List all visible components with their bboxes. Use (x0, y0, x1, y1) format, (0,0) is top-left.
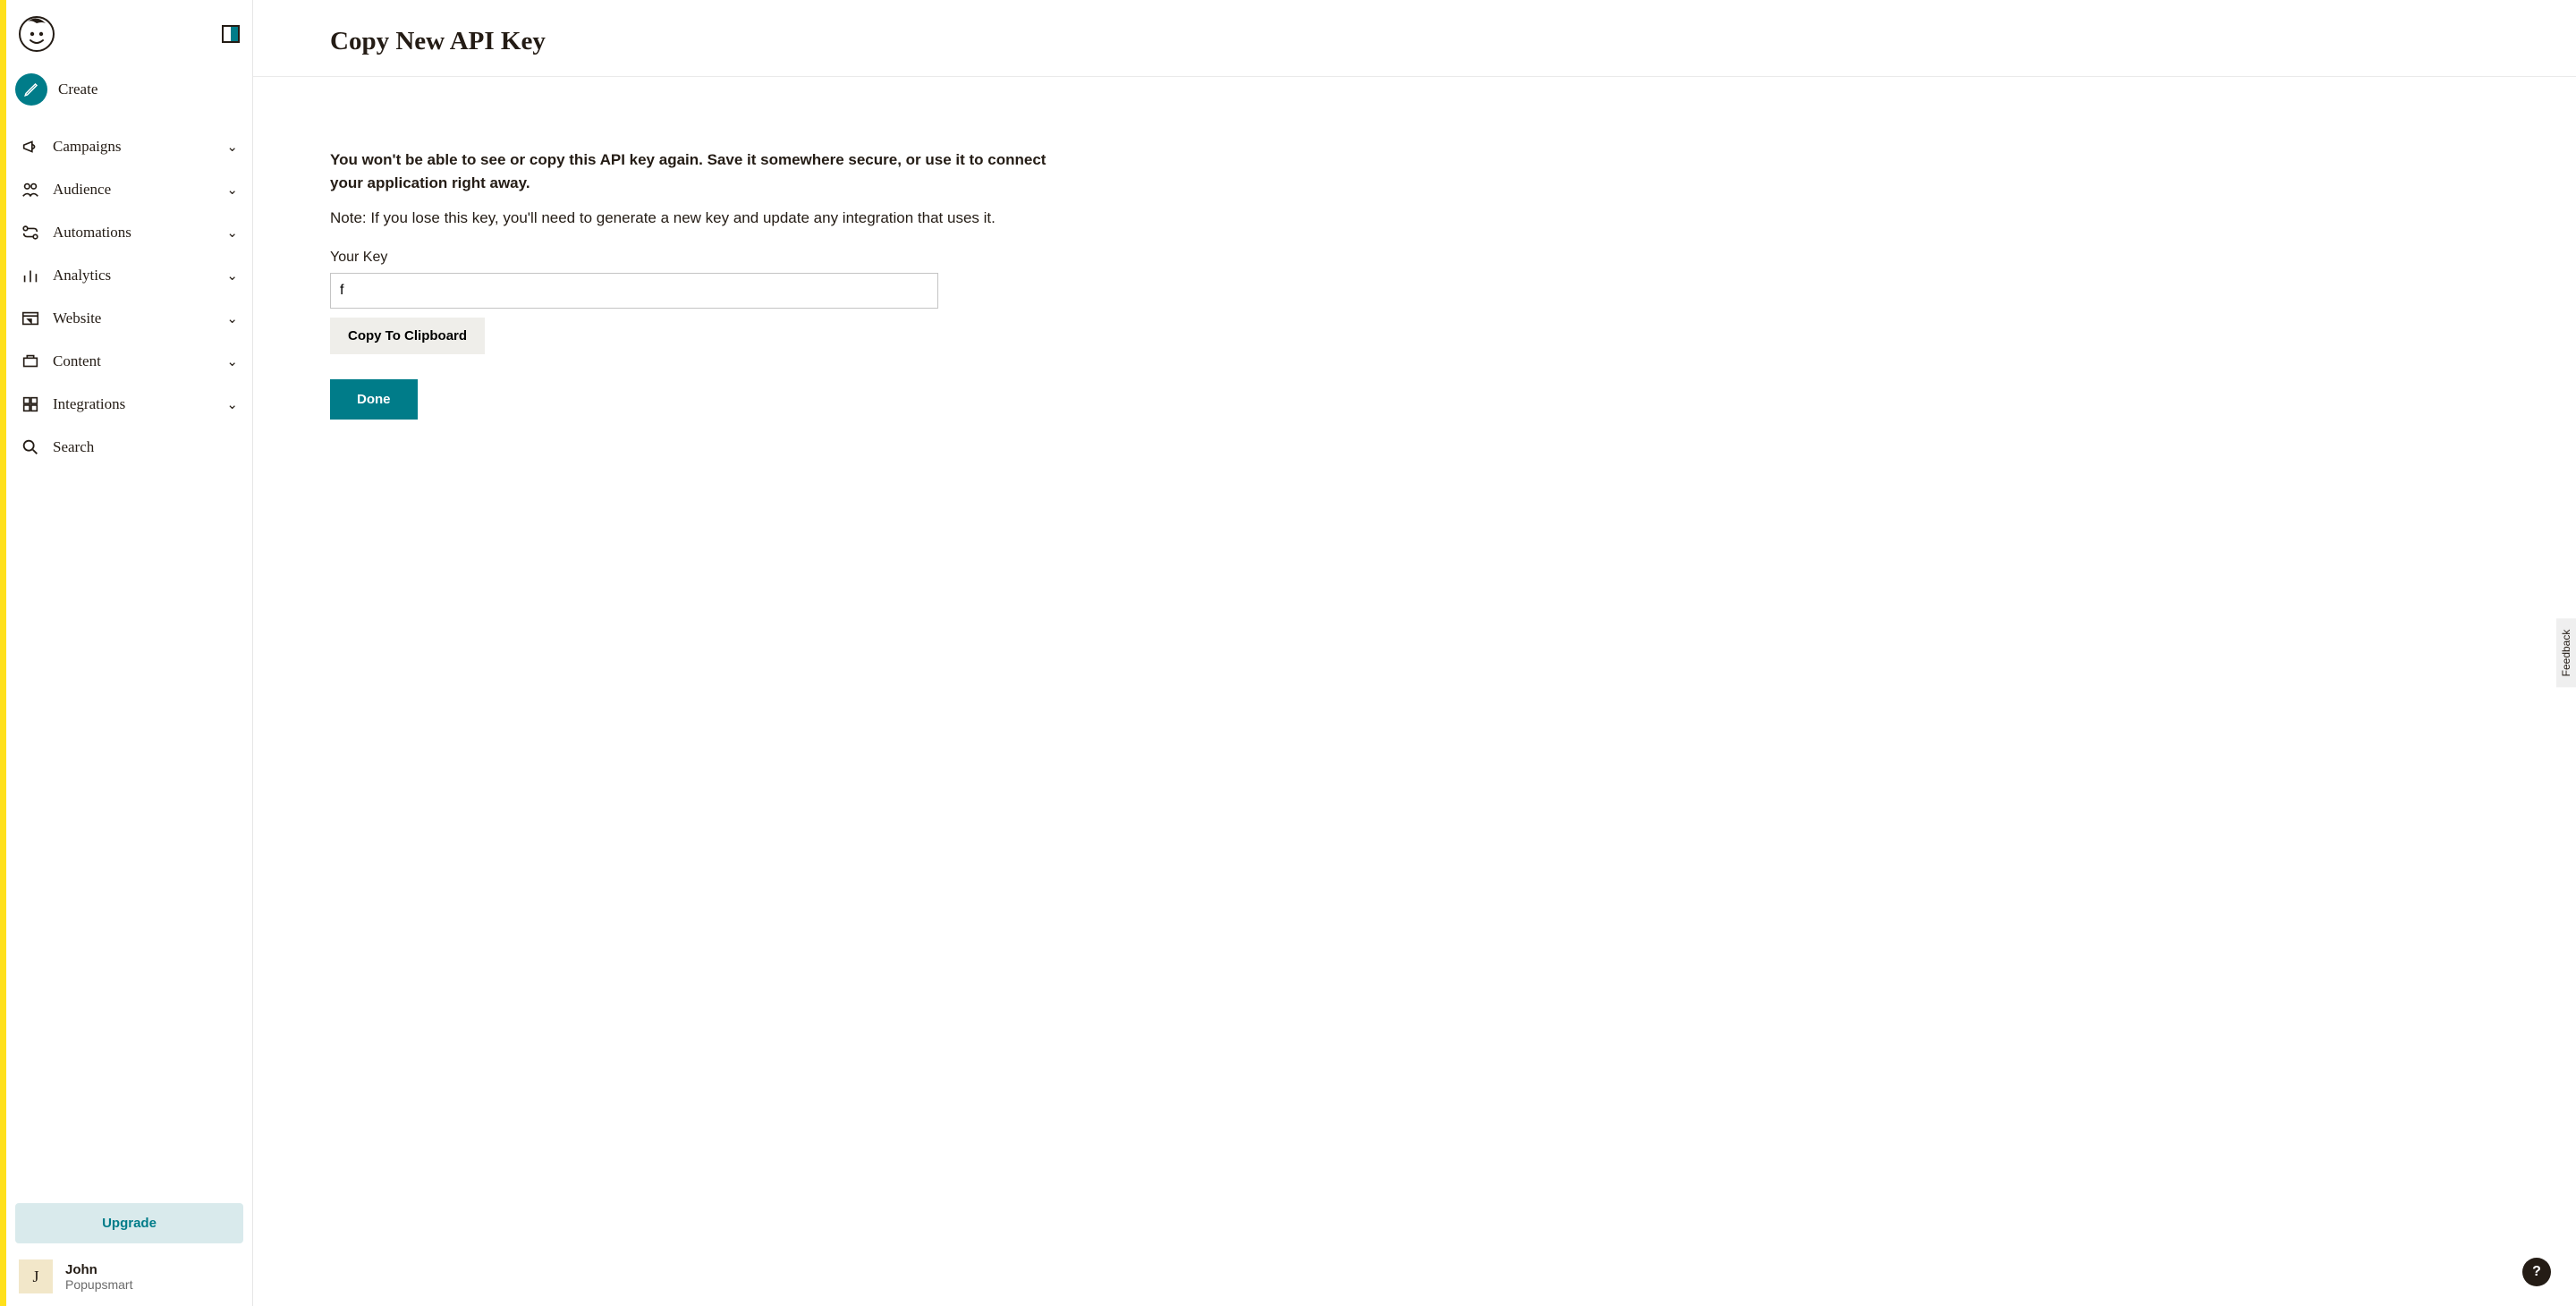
sidebar: Create Campaigns ⌄ Audience ⌄ (6, 0, 253, 1306)
collapse-sidebar-icon[interactable] (222, 25, 240, 43)
copy-to-clipboard-button[interactable]: Copy To Clipboard (330, 318, 485, 354)
sidebar-item-website[interactable]: Website ⌄ (12, 297, 247, 340)
nav-label: Analytics (53, 267, 226, 284)
feedback-tab[interactable]: Feedback (2556, 619, 2576, 688)
api-key-warning: You won't be able to see or copy this AP… (330, 148, 1058, 196)
sidebar-item-analytics[interactable]: Analytics ⌄ (12, 254, 247, 297)
avatar: J (19, 1259, 53, 1293)
mailchimp-logo-icon[interactable] (19, 16, 55, 52)
flow-icon (21, 222, 53, 243)
user-org: Popupsmart (65, 1277, 132, 1292)
people-icon (21, 179, 53, 200)
api-key-input[interactable] (330, 273, 938, 309)
page-title: Copy New API Key (253, 0, 2576, 77)
content-icon (21, 351, 53, 372)
sidebar-item-search[interactable]: Search (12, 426, 247, 469)
sidebar-item-automations[interactable]: Automations ⌄ (12, 211, 247, 254)
chevron-down-icon: ⌄ (226, 353, 238, 370)
nav-label: Content (53, 352, 226, 370)
create-label: Create (58, 81, 97, 98)
nav-label: Automations (53, 224, 226, 242)
create-button[interactable]: Create (6, 64, 252, 122)
user-menu[interactable]: J John Popupsmart (15, 1258, 243, 1297)
chevron-down-icon: ⌄ (226, 396, 238, 413)
pencil-icon (15, 73, 47, 106)
done-button[interactable]: Done (330, 379, 418, 420)
chevron-down-icon: ⌄ (226, 182, 238, 199)
bar-chart-icon (21, 265, 53, 286)
nav-label: Campaigns (53, 138, 226, 156)
sidebar-item-integrations[interactable]: Integrations ⌄ (12, 383, 247, 426)
main: Copy New API Key You won't be able to se… (253, 0, 2576, 1306)
key-field-label: Your Key (330, 250, 1058, 266)
sidebar-item-content[interactable]: Content ⌄ (12, 340, 247, 383)
megaphone-icon (21, 136, 53, 157)
browser-icon (21, 308, 53, 329)
sidebar-item-audience[interactable]: Audience ⌄ (12, 168, 247, 211)
chevron-down-icon: ⌄ (226, 267, 238, 284)
user-name: John (65, 1262, 132, 1277)
api-key-note: Note: If you lose this key, you'll need … (330, 207, 1058, 230)
upgrade-button[interactable]: Upgrade (15, 1203, 243, 1243)
nav-label: Audience (53, 181, 226, 199)
sidebar-item-campaigns[interactable]: Campaigns ⌄ (12, 125, 247, 168)
search-icon (21, 437, 53, 458)
chevron-down-icon: ⌄ (226, 139, 238, 156)
nav-label: Website (53, 310, 226, 327)
accent-bar (0, 0, 6, 1306)
grid-icon (21, 394, 53, 415)
nav-label: Integrations (53, 395, 226, 413)
chevron-down-icon: ⌄ (226, 225, 238, 242)
nav-label: Search (53, 438, 238, 456)
nav: Campaigns ⌄ Audience ⌄ Automations ⌄ (6, 122, 252, 1203)
chevron-down-icon: ⌄ (226, 310, 238, 327)
help-button[interactable]: ? (2522, 1258, 2551, 1286)
